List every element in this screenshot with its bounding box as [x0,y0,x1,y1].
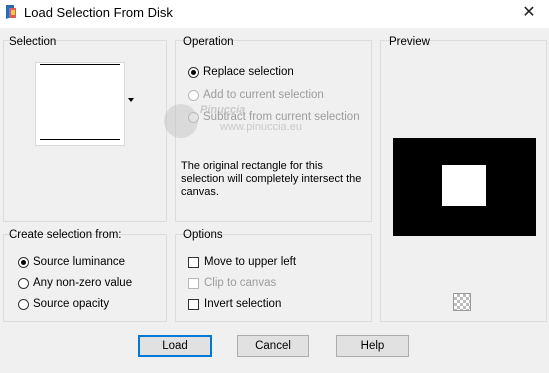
radio-label: Subtract from current selection [203,111,360,123]
checkbox-indicator[interactable] [188,256,199,268]
radio-indicator[interactable] [188,89,199,101]
checkbox-invert-selection[interactable]: Invert selection [188,296,281,312]
radio-label: Source opacity [33,298,110,310]
radio-indicator[interactable] [18,277,29,289]
radio-any-non-zero-value[interactable]: Any non-zero value [18,275,132,291]
thumbnail-bottom-line [40,139,120,140]
radio-indicator[interactable] [18,298,29,310]
checkbox-move-to-upper-left[interactable]: Move to upper left [188,254,296,270]
window-title: Load Selection From Disk [24,5,173,20]
checkbox-indicator[interactable] [188,298,199,310]
radio-indicator[interactable] [18,256,29,268]
help-button[interactable]: Help [336,335,409,357]
selection-group-label: Selection [9,36,57,48]
checkbox-clip-to-canvas[interactable]: Clip to canvas [188,275,276,291]
close-button[interactable]: ✕ [517,2,541,24]
preview-canvas [393,138,536,236]
checkerboard-zoom-icon[interactable] [453,293,471,311]
preview-group-label: Preview [389,36,430,48]
radio-indicator[interactable] [188,66,199,78]
radio-source-luminance[interactable]: Source luminance [18,254,125,270]
radio-source-opacity[interactable]: Source opacity [18,296,109,312]
radio-add-to-current-selection[interactable]: Add to current selection [188,87,324,103]
app-icon [6,5,16,19]
checkbox-label: Move to upper left [204,256,297,268]
options-group-label: Options [183,229,223,241]
operation-description: The original rectangle for this selectio… [181,160,362,198]
checkbox-label: Invert selection [204,298,282,310]
radio-subtract-from-current-selection[interactable]: Subtract from current selection [188,109,360,125]
dialog-body: Selection Operation Replace selection Ad… [0,28,549,373]
checkbox-label: Clip to canvas [204,277,277,289]
title-bar: Load Selection From Disk ✕ [0,0,549,28]
radio-label: Any non-zero value [33,277,133,289]
cancel-button[interactable]: Cancel [237,335,309,357]
selection-thumbnail[interactable] [35,62,125,146]
radio-indicator[interactable] [188,111,199,123]
create-selection-group-label: Create selection from: [9,229,122,241]
chevron-down-icon[interactable] [128,98,134,102]
radio-label: Add to current selection [203,89,324,101]
radio-label: Source luminance [33,256,126,268]
radio-label: Replace selection [203,66,294,78]
load-button[interactable]: Load [138,335,212,357]
radio-replace-selection[interactable]: Replace selection [188,64,294,80]
operation-group-label: Operation [183,36,234,48]
checkbox-indicator[interactable] [188,277,199,289]
preview-selection-area [442,165,486,206]
thumbnail-top-line [40,64,120,65]
